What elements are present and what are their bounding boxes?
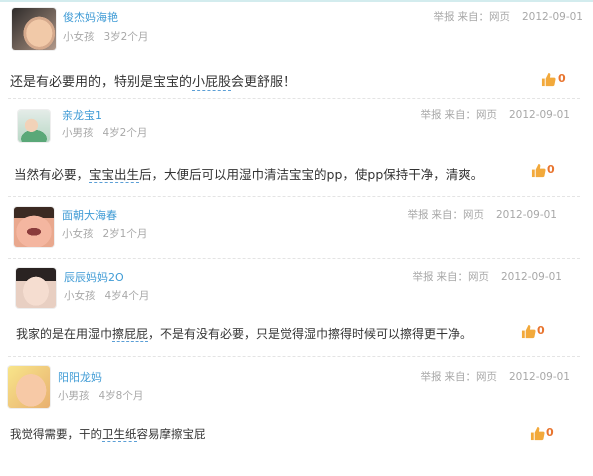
child-age: 3岁2个月 xyxy=(103,31,149,43)
avatar[interactable] xyxy=(16,268,56,308)
report-link[interactable]: 举报 xyxy=(412,271,433,283)
report-link[interactable]: 举报 xyxy=(420,371,441,383)
comment-text: 还是有必要用的，特别是宝宝的 xyxy=(10,75,193,90)
keyword-link[interactable]: 擦屁屁 xyxy=(112,327,149,342)
like-count: 0 xyxy=(537,324,545,337)
child-gender: 小男孩 xyxy=(62,127,94,139)
report-link[interactable]: 举报 xyxy=(407,209,428,221)
keyword-link[interactable]: 卫生纸 xyxy=(102,427,137,442)
source-value: 网页 xyxy=(488,11,510,23)
comment-text: 会更舒服！ xyxy=(231,75,297,90)
source-value: 网页 xyxy=(462,209,484,221)
like-count: 0 xyxy=(547,163,555,176)
post-date: 2012-09-01 xyxy=(508,371,570,383)
source-value: 网页 xyxy=(475,109,497,121)
thumbs-up-icon[interactable] xyxy=(531,163,546,178)
comment-text: 我觉得需要，干的 xyxy=(10,427,102,441)
avatar[interactable] xyxy=(8,366,50,408)
source-label: 来自： xyxy=(431,209,463,221)
comment-text: ，不是有没有必要，只是觉得湿巾擦得时候可以擦得更干净。 xyxy=(148,327,473,341)
child-age: 4岁2个月 xyxy=(102,127,148,139)
username-link[interactable]: 亲龙宝1 xyxy=(62,107,102,123)
child-gender: 小女孩 xyxy=(63,31,95,43)
comment-body: 当然有必要，宝宝出生后，大便后可以用湿巾清洁宝宝的pp，使pp保持干净，清爽。 xyxy=(14,164,483,183)
comment-text: 我家的是在用湿巾 xyxy=(16,327,113,341)
avatar[interactable] xyxy=(18,110,50,142)
post-date: 2012-09-01 xyxy=(508,109,570,121)
comment-body: 还是有必要用的，特别是宝宝的小屁股会更舒服！ xyxy=(10,71,297,91)
child-age: 2岁1个月 xyxy=(102,228,148,240)
username-link[interactable]: 面朝大海春 xyxy=(62,207,117,223)
child-info: 小女孩 4岁4个月 xyxy=(64,288,149,303)
keyword-link[interactable]: 小屁股 xyxy=(192,75,232,91)
comment-body: 我觉得需要，干的卫生纸容易摩擦宝屁 xyxy=(10,426,206,442)
child-info: 小男孩 4岁2个月 xyxy=(62,125,147,140)
post-date: 2012-09-01 xyxy=(500,271,562,283)
child-info: 小女孩 3岁2个月 xyxy=(63,29,148,44)
comment-text: 容易摩擦宝屁 xyxy=(136,427,206,441)
child-age: 4岁8个月 xyxy=(98,390,144,402)
avatar[interactable] xyxy=(14,207,54,247)
child-gender: 小女孩 xyxy=(64,290,96,302)
post-date: 2012-09-01 xyxy=(495,209,557,221)
comment-body: 我家的是在用湿巾擦屁屁，不是有没有必要，只是觉得湿巾擦得时候可以擦得更干净。 xyxy=(16,325,472,342)
source-label: 来自： xyxy=(444,371,476,383)
comment-meta: 举报 来自：网页 2012-09-01 xyxy=(412,269,562,284)
source-value: 网页 xyxy=(467,271,489,283)
report-link[interactable]: 举报 xyxy=(420,109,441,121)
comment-meta: 举报 来自：网页 2012-09-01 xyxy=(433,9,583,24)
source-label: 来自： xyxy=(457,11,489,23)
comment-item: 亲龙宝1 小男孩 4岁2个月 举报 来自：网页 2012-09-01 当然有必要，宝宝… xyxy=(0,100,593,200)
comment-divider xyxy=(8,258,580,259)
child-age: 4岁4个月 xyxy=(104,290,150,302)
like-count: 0 xyxy=(546,426,554,439)
thumbs-up-icon[interactable] xyxy=(530,426,545,441)
like-count: 0 xyxy=(558,72,566,85)
comment-item: 俊杰妈海艳 小女孩 3岁2个月 举报 来自：网页 2012-09-01 还是有必要用的… xyxy=(0,0,593,100)
username-link[interactable]: 俊杰妈海艳 xyxy=(63,9,118,25)
comment-text: 当然有必要， xyxy=(14,167,90,182)
keyword-link[interactable]: 宝宝出生 xyxy=(89,167,140,183)
avatar[interactable] xyxy=(12,8,56,50)
thumbs-up-icon[interactable] xyxy=(541,72,556,87)
source-label: 来自： xyxy=(444,109,476,121)
comment-item: 面朝大海春 小女孩 2岁1个月 举报 来自：网页 2012-09-01 xyxy=(0,198,593,258)
username-link[interactable]: 辰辰妈妈2O xyxy=(64,269,124,285)
comment-text: 后，大便后可以用湿巾清洁宝宝的pp，使pp保持干净，清爽。 xyxy=(139,167,484,182)
comment-meta: 举报 来自：网页 2012-09-01 xyxy=(407,207,557,222)
child-gender: 小男孩 xyxy=(58,390,90,402)
source-label: 来自： xyxy=(436,271,468,283)
report-link[interactable]: 举报 xyxy=(433,11,454,23)
comment-meta: 举报 来自：网页 2012-09-01 xyxy=(420,107,570,122)
child-gender: 小女孩 xyxy=(62,228,94,240)
comment-meta: 举报 来自：网页 2012-09-01 xyxy=(420,369,570,384)
child-info: 小男孩 4岁8个月 xyxy=(58,388,143,403)
child-info: 小女孩 2岁1个月 xyxy=(62,226,147,241)
comment-item: 阳阳龙妈 小男孩 4岁8个月 举报 来自：网页 2012-09-01 我觉得需要，干的… xyxy=(0,360,593,460)
thumbs-up-icon[interactable] xyxy=(521,324,536,339)
post-date: 2012-09-01 xyxy=(521,11,583,23)
comment-item: 辰辰妈妈2O 小女孩 4岁4个月 举报 来自：网页 2012-09-01 我家的是在用… xyxy=(0,260,593,360)
source-value: 网页 xyxy=(475,371,497,383)
username-link[interactable]: 阳阳龙妈 xyxy=(58,369,102,385)
